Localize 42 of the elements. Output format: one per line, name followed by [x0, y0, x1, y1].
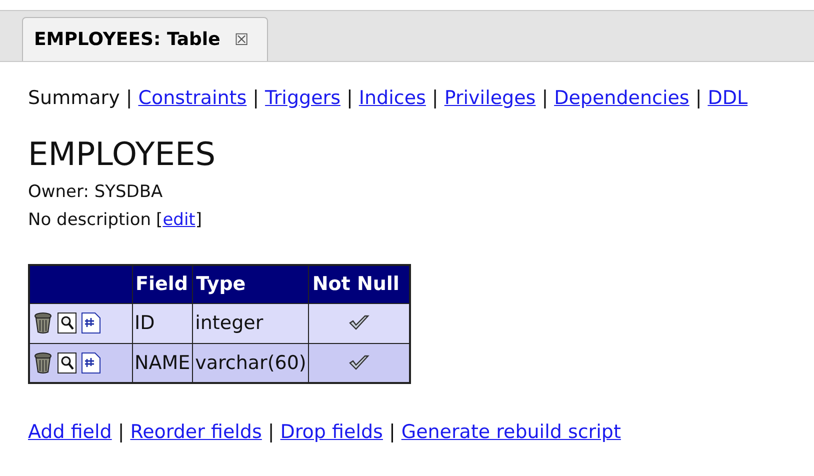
nav-link[interactable]: Triggers	[265, 84, 340, 112]
separator: |	[346, 86, 353, 111]
script-icon[interactable]	[81, 352, 101, 374]
table-heading: EMPLOYEES	[28, 134, 217, 174]
separator: |	[695, 86, 702, 111]
table-cell: ID	[132, 303, 193, 343]
magnifier-icon[interactable]	[57, 312, 77, 334]
column-header: Field	[132, 265, 193, 303]
action-link[interactable]: Reorder fields	[130, 418, 262, 446]
check-icon	[348, 314, 370, 332]
magnifier-icon[interactable]	[57, 352, 77, 374]
owner-text: Owner: SYSDBA	[28, 181, 164, 204]
table-tab[interactable]: EMPLOYEES: Table ☒	[22, 17, 268, 61]
edit-link[interactable]: edit	[162, 206, 196, 234]
nav-link[interactable]: Constraints	[138, 84, 247, 112]
action-link[interactable]: Add field	[28, 418, 112, 446]
separator: |	[432, 86, 438, 111]
trash-icon[interactable]	[33, 352, 53, 374]
description-text: No description	[28, 209, 152, 232]
separator: |	[126, 86, 132, 111]
trash-icon[interactable]	[33, 312, 53, 334]
nav-link[interactable]: Privileges	[444, 84, 536, 112]
check-icon	[348, 354, 370, 372]
column-header: Type	[192, 265, 309, 303]
action-link[interactable]: Generate rebuild script	[401, 418, 621, 446]
nav-link[interactable]: Dependencies	[554, 84, 690, 112]
separator: |	[268, 420, 274, 445]
bracket: ]	[195, 209, 202, 232]
close-icon[interactable]: ☒	[234, 32, 249, 48]
tab-title: EMPLOYEES: Table	[34, 28, 220, 52]
separator: |	[118, 420, 124, 445]
action-link[interactable]: Drop fields	[280, 418, 383, 446]
bracket: [	[156, 209, 163, 232]
separator: |	[388, 420, 396, 445]
separator: |	[542, 86, 548, 111]
script-icon[interactable]	[81, 312, 101, 334]
nav-link[interactable]: Indices	[358, 84, 426, 112]
separator: |	[252, 86, 260, 111]
table-cell: integer	[192, 303, 309, 343]
nav-link[interactable]: DDL	[708, 84, 748, 112]
nav-link[interactable]: Summary	[28, 84, 120, 112]
table-cell: varchar(60)	[192, 343, 309, 383]
